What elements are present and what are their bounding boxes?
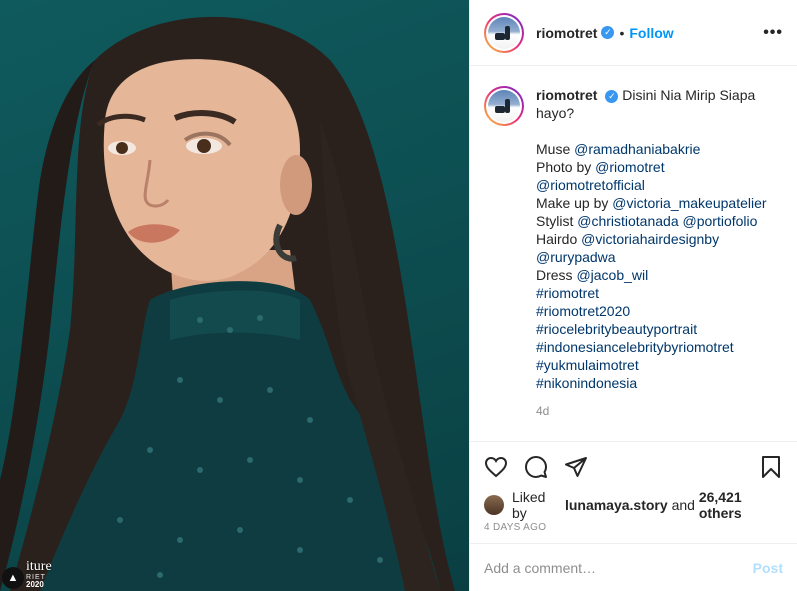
header-username[interactable]: riomotret xyxy=(536,25,597,41)
add-comment-bar: Post xyxy=(470,543,797,591)
caption-line: Make up by @victoria_makeupatelier xyxy=(536,195,767,211)
caption-line: Muse @ramadhaniabakrie xyxy=(536,141,701,157)
liker-username[interactable]: lunamaya.story xyxy=(565,497,668,513)
caption-line: #nikonindonesia xyxy=(536,374,783,392)
post-side-panel: riomotret ✓ • Follow ••• riomotret ✓ Dis… xyxy=(469,0,797,591)
hashtag-link[interactable]: #nikonindonesia xyxy=(536,375,637,391)
likes-count[interactable]: 26,421 others xyxy=(699,489,783,521)
mention-link[interactable]: @victoriahairdesignby xyxy=(581,231,719,247)
liker-avatar[interactable] xyxy=(484,495,504,515)
post-header: riomotret ✓ • Follow ••• xyxy=(470,0,797,66)
likes-summary: Liked by lunamaya.story and 26,421 other… xyxy=(470,489,797,521)
follow-button[interactable]: Follow xyxy=(629,25,673,41)
post-photo[interactable]: ▲ iture RIET 2020 xyxy=(0,0,469,591)
caption-line: Photo by @riomotret xyxy=(536,159,665,175)
caption-username[interactable]: riomotret xyxy=(536,87,597,103)
post-comment-button[interactable]: Post xyxy=(753,560,783,576)
caption: riomotret ✓ Disini Nia Mirip Siapa hayo?… xyxy=(536,86,783,441)
caption-line: Hairdo @victoriahairdesignby xyxy=(536,231,720,247)
comment-icon[interactable] xyxy=(522,453,550,481)
caption-line: #riomotret xyxy=(536,284,783,302)
mention-link[interactable]: @ramadhaniabakrie xyxy=(574,141,700,157)
bookmark-icon[interactable] xyxy=(757,453,785,481)
mention-link[interactable]: @jacob_wil xyxy=(576,267,648,283)
caption-line: Stylist @christiotanada @portiofolio xyxy=(536,213,758,229)
comment-input[interactable] xyxy=(484,559,753,576)
caption-first-line: riomotret ✓ Disini Nia Mirip Siapa xyxy=(536,86,783,104)
likes-prefix: Liked by xyxy=(512,489,546,521)
post-timestamp[interactable]: 4 DAYS AGO xyxy=(470,518,797,544)
hashtag-link[interactable]: #riomotret xyxy=(536,285,599,301)
hashtag-link[interactable]: #riomotret2020 xyxy=(536,303,630,319)
hashtag-link[interactable]: #yukmulaimotret xyxy=(536,357,639,373)
caption-line: #indonesiancelebritybyriomotret xyxy=(536,338,783,356)
caption-line: #riocelebritybeautyportrait xyxy=(536,320,783,338)
caption-line: Dress @jacob_wil xyxy=(536,267,649,283)
mention-link[interactable]: @victoria_makeupatelier xyxy=(612,195,766,211)
action-bar xyxy=(470,442,797,492)
caption-line xyxy=(536,122,783,140)
share-icon[interactable] xyxy=(562,453,590,481)
caption-line: @riomotretofficial xyxy=(536,176,783,194)
separator-dot: • xyxy=(619,24,625,41)
verified-icon: ✓ xyxy=(601,26,615,39)
watermark-logo-icon: ▲ xyxy=(2,567,24,589)
photo-watermark: ▲ iture RIET 2020 xyxy=(2,560,52,589)
caption-line: #yukmulaimotret xyxy=(536,356,783,374)
caption-line: #riomotret2020 xyxy=(536,302,783,320)
mention-link[interactable]: @rurypadwa xyxy=(536,249,616,265)
mention-link[interactable]: @christiotanada @portiofolio xyxy=(577,213,757,229)
mention-link[interactable]: @riomotret xyxy=(595,159,664,175)
hashtag-link[interactable]: #riocelebritybeautyportrait xyxy=(536,321,697,337)
caption-age[interactable]: 4d xyxy=(536,402,783,420)
watermark-year: 2020 xyxy=(26,580,44,589)
caption-line: @rurypadwa xyxy=(536,248,783,266)
caption-line: hayo? xyxy=(536,105,575,121)
portrait-illustration xyxy=(0,16,455,591)
caption-avatar[interactable] xyxy=(484,86,524,126)
hashtag-link[interactable]: #indonesiancelebritybyriomotret xyxy=(536,339,734,355)
heart-icon[interactable] xyxy=(482,453,510,481)
comments-section: riomotret ✓ Disini Nia Mirip Siapa hayo?… xyxy=(470,66,797,442)
avatar[interactable] xyxy=(484,12,524,53)
likes-and: and xyxy=(671,497,695,513)
watermark-text: iture xyxy=(26,559,52,574)
caption-text: Disini Nia Mirip Siapa xyxy=(622,87,756,103)
more-options-icon[interactable]: ••• xyxy=(763,24,783,42)
verified-icon: ✓ xyxy=(605,89,619,103)
mention-link[interactable]: @riomotretofficial xyxy=(536,177,645,193)
